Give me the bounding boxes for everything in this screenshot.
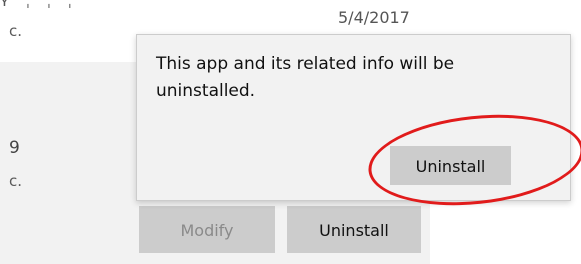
publisher-fragment: c. [9,22,23,40]
app-name-fragment: ʏ ˌ ˌ ˌ [0,0,78,10]
uninstall-button[interactable]: Uninstall [287,206,421,253]
uninstall-confirmation-flyout: This app and its related info will be un… [136,34,571,201]
app-name-fragment: 9 [9,138,20,158]
modify-button[interactable]: Modify [139,206,275,253]
confirmation-message: This app and its related info will be un… [156,54,455,101]
publisher-fragment: c. [9,172,23,190]
install-date: 5/4/2017 [338,8,410,27]
confirm-uninstall-button[interactable]: Uninstall [390,146,511,185]
